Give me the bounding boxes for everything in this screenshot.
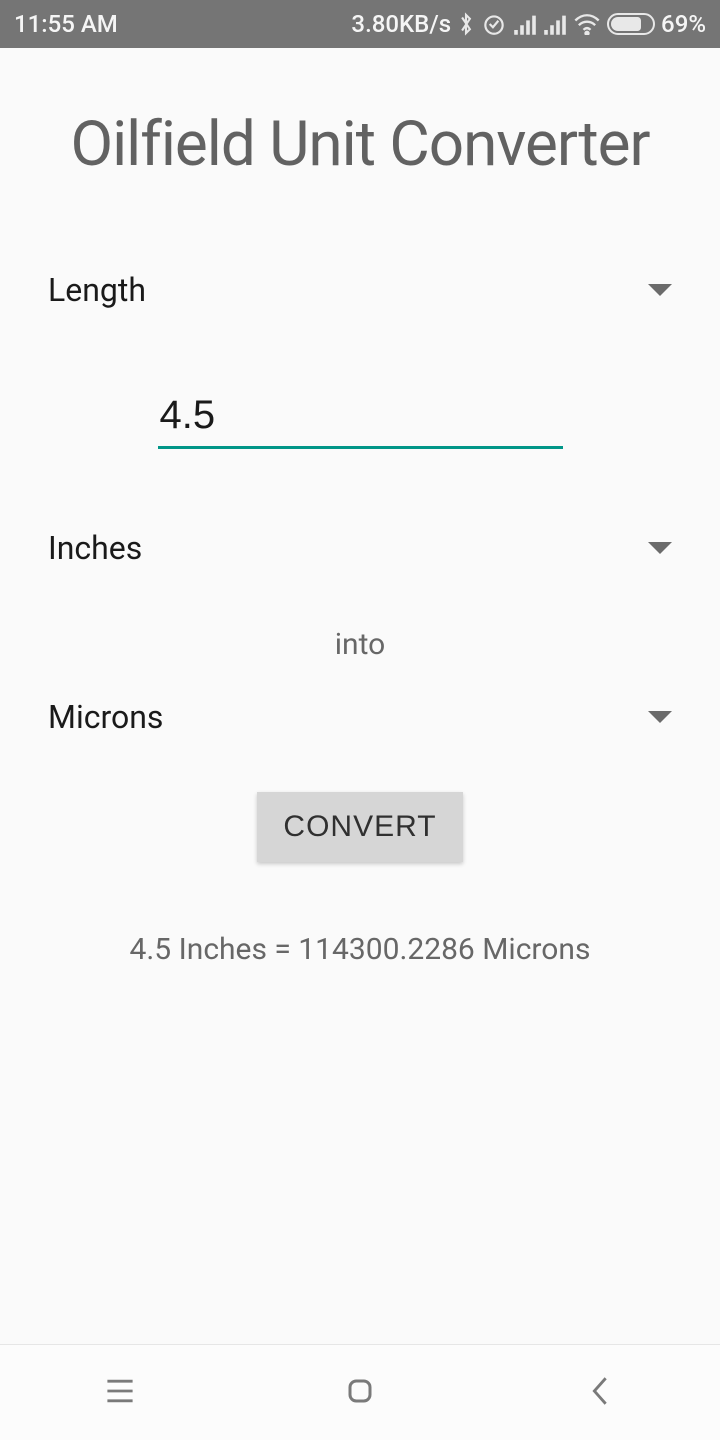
- wifi-icon: [573, 13, 601, 35]
- category-dropdown[interactable]: Length: [48, 271, 672, 309]
- chevron-down-icon: [648, 711, 672, 723]
- square-icon: [345, 1376, 375, 1410]
- status-right: 3.80KB/s 69%: [351, 10, 706, 38]
- category-label: Length: [48, 271, 146, 309]
- bluetooth-icon: [457, 11, 475, 37]
- from-unit-label: Inches: [48, 529, 142, 567]
- chevron-down-icon: [648, 542, 672, 554]
- nav-bar: [0, 1344, 720, 1440]
- menu-icon: [103, 1377, 137, 1409]
- into-label: into: [48, 627, 672, 662]
- value-input[interactable]: [158, 389, 563, 449]
- chevron-down-icon: [648, 284, 672, 296]
- nav-home-button[interactable]: [300, 1376, 420, 1410]
- signal-icon: [513, 13, 537, 35]
- status-battery-pct: 69%: [661, 10, 706, 38]
- nav-recent-button[interactable]: [60, 1377, 180, 1409]
- battery-icon: [607, 13, 655, 35]
- result-text: 4.5 Inches = 114300.2286 Microns: [48, 932, 672, 967]
- chevron-left-icon: [588, 1374, 612, 1412]
- page-title: Oilfield Unit Converter: [48, 108, 672, 181]
- app-content: Oilfield Unit Converter Length Inches in…: [0, 48, 720, 1344]
- alarm-icon: [481, 11, 507, 37]
- from-unit-dropdown[interactable]: Inches: [48, 529, 672, 567]
- value-input-wrap: [158, 389, 563, 449]
- signal-icon-2: [543, 13, 567, 35]
- to-unit-label: Microns: [48, 698, 163, 736]
- status-time: 11:55 AM: [14, 10, 118, 38]
- convert-wrap: CONVERT: [48, 792, 672, 862]
- to-unit-dropdown[interactable]: Microns: [48, 698, 672, 736]
- status-bar: 11:55 AM 3.80KB/s 69%: [0, 0, 720, 48]
- convert-button[interactable]: CONVERT: [257, 792, 462, 862]
- status-net-speed: 3.80KB/s: [351, 10, 451, 38]
- nav-back-button[interactable]: [540, 1374, 660, 1412]
